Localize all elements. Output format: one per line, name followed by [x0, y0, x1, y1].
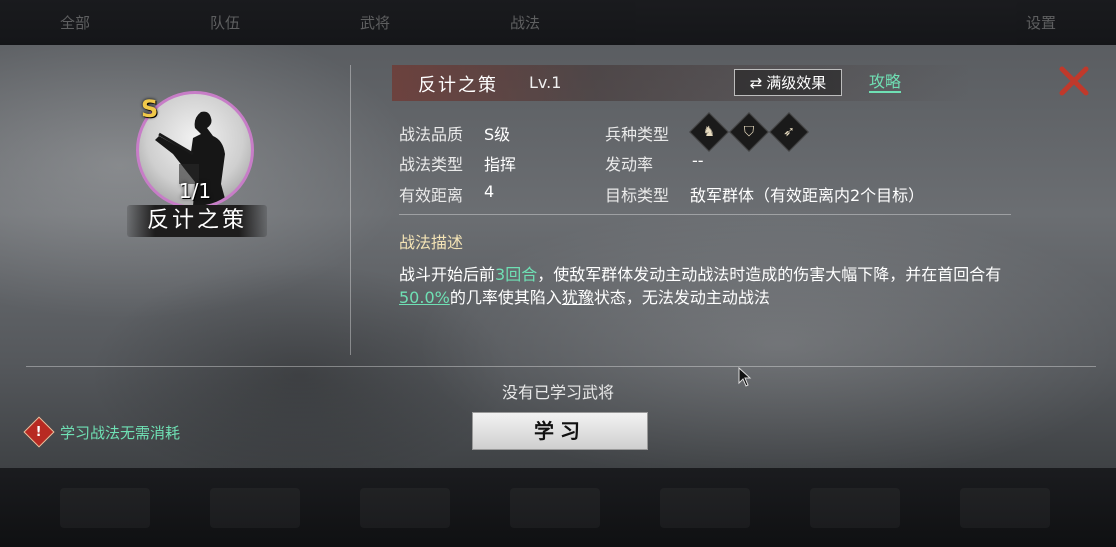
bg-tab: 队伍 [209, 14, 240, 32]
max-effect-button[interactable]: ⇄ 满级效果 [734, 69, 842, 96]
vertical-divider [350, 65, 351, 355]
bg-tab: 全部 [59, 14, 90, 32]
desc-rounds: 3回合 [495, 265, 538, 284]
quality-value: S级 [484, 125, 511, 144]
troop-type-label: 兵种类型 [605, 125, 670, 144]
bg-card [960, 488, 1050, 528]
bg-card [660, 488, 750, 528]
skill-name-banner: 反计之策 [127, 205, 267, 237]
bg-card [810, 488, 900, 528]
trigger-rate-label: 发动率 [605, 155, 654, 174]
range-label: 有效距离 [399, 186, 464, 205]
warning-icon: ! [23, 416, 55, 448]
guide-link[interactable]: 攻略 [869, 72, 902, 93]
no-learned-generals: 没有已学习武将 [501, 383, 614, 402]
quality-label: 战法品质 [399, 125, 464, 144]
warning-text: 学习战法无需消耗 [60, 423, 181, 442]
range-value: 4 [484, 182, 495, 201]
shield-icon[interactable]: ⛉ [729, 112, 769, 152]
warning-notice: ! 学习战法无需消耗 [23, 416, 181, 448]
section-separator [399, 214, 1011, 215]
desc-chance: 50.0% [399, 288, 450, 307]
background-topbar: 全部 队伍 武将 战法 设置 [0, 0, 1116, 45]
bg-card [60, 488, 150, 528]
desc-status-link[interactable]: 犹豫 [562, 288, 594, 307]
bg-tab: 武将 [359, 14, 390, 32]
desc-part: 战斗开始后前 [399, 265, 496, 284]
cavalry-icon[interactable]: ♞ [689, 112, 729, 152]
horizontal-divider [26, 366, 1096, 367]
bg-card [210, 488, 300, 528]
desc-part: 的几率使其陷入 [449, 288, 562, 307]
target-type-label: 目标类型 [605, 186, 670, 205]
learn-button[interactable]: 学习 [472, 412, 648, 450]
description-title: 战法描述 [399, 233, 464, 252]
desc-part: ，使敌军群体发动主动战法时造成的伤害大幅下降，并在首回合有 [537, 265, 1002, 284]
bg-tab: 战法 [509, 14, 540, 32]
bg-tab: 设置 [1025, 14, 1056, 32]
skill-description: 战斗开始后前3回合，使敌军群体发动主动战法时造成的伤害大幅下降，并在首回合有 50… [399, 263, 1014, 309]
max-effect-label: 满级效果 [766, 74, 827, 92]
swap-icon: ⇄ [749, 73, 763, 92]
skill-grade-badge: S [141, 95, 159, 123]
bg-card [360, 488, 450, 528]
skill-title: 反计之策 [418, 75, 498, 96]
type-label: 战法类型 [399, 155, 464, 174]
mouse-cursor-icon [738, 367, 752, 387]
background-bottombar [0, 468, 1116, 547]
desc-part: 状态，无法发动主动战法 [593, 288, 770, 307]
skill-level: Lv.1 [529, 73, 562, 92]
target-type-value: 敌军群体（有效距离内2个目标） [690, 186, 925, 205]
type-value: 指挥 [484, 155, 517, 174]
trigger-rate-value: -- [692, 151, 704, 170]
archer-icon[interactable]: ➶ [769, 112, 809, 152]
close-icon[interactable] [1058, 65, 1090, 97]
bg-card [510, 488, 600, 528]
skill-count: 1/1 [178, 179, 212, 203]
skill-detail-panel: S 1/1 反计之策 反计之策 Lv.1 ⇄ 满级效果 攻略 战法品质 S级 战… [0, 45, 1116, 468]
